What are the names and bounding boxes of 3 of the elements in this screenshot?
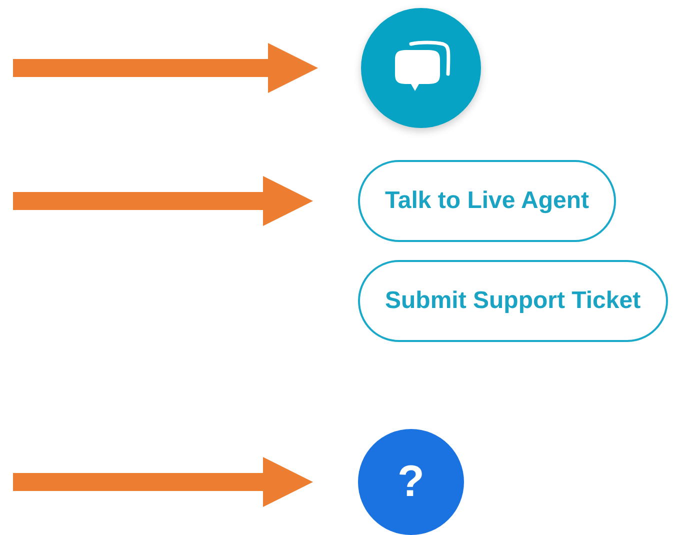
help-button[interactable]: ? [358, 428, 464, 534]
option-button[interactable]: Submit Support Ticket [358, 260, 668, 342]
option-button[interactable]: Talk to Live Agent [358, 160, 616, 242]
